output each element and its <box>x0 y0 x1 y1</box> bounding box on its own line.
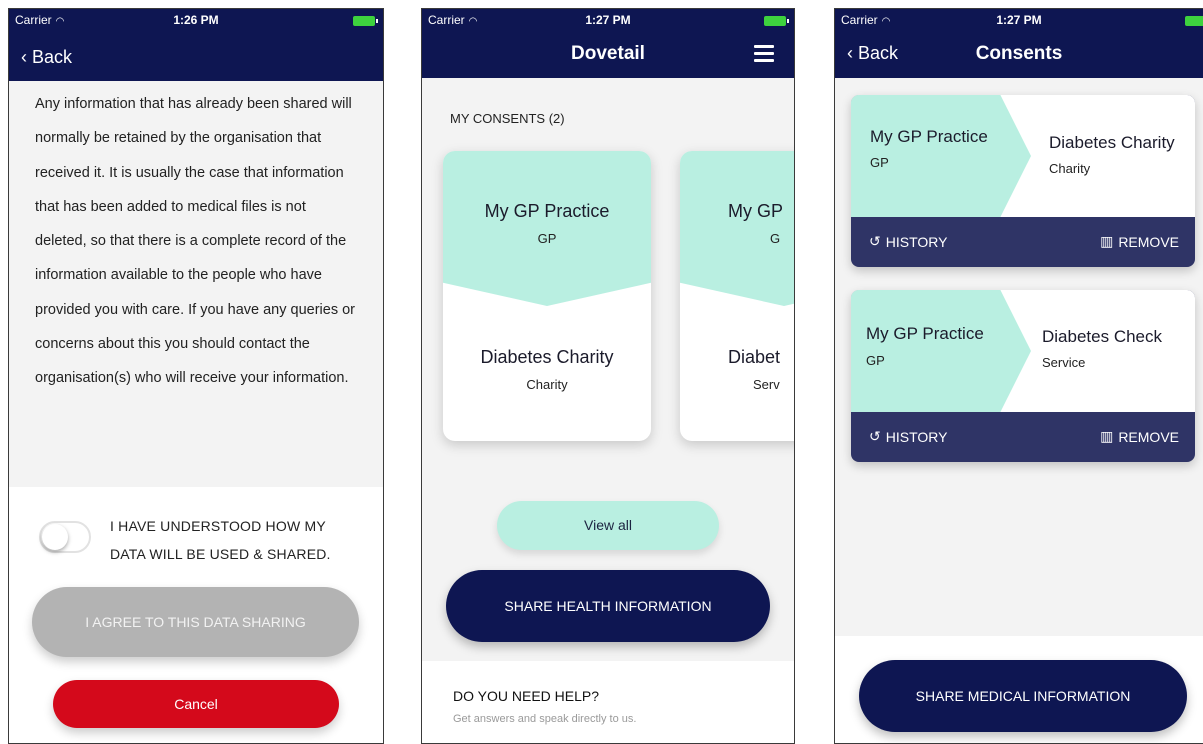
understand-label: I HAVE UNDERSTOOD HOW MY DATA WILL BE US… <box>110 518 331 562</box>
recipient-type: Serv <box>753 377 780 392</box>
view-all-button[interactable]: View all <box>497 501 719 550</box>
wifi-icon: ◠ <box>55 16 65 27</box>
recipient-type: Charity <box>526 377 568 392</box>
my-consents-heading: MY CONSENTS (2) <box>450 111 565 126</box>
recipient-name: Diabetes Charity <box>480 347 614 367</box>
wifi-icon: ◠ <box>468 16 478 27</box>
screen-consents: Carrier ◠ 1:27 PM ‹ Back Consents My GP P… <box>834 8 1203 744</box>
trash-icon: ▥ <box>1100 233 1114 249</box>
screen-dovetail-home: Carrier ◠ 1:27 PM Dovetail MY CONSENTS (2… <box>421 8 795 744</box>
screen-data-sharing-agreement: Carrier ◠ 1:26 PM ‹ Back Any information … <box>8 8 384 744</box>
data-retention-text: Any information that has already been sh… <box>35 96 355 387</box>
nav-bar: Carrier ◠ 1:26 PM ‹ Back <box>9 9 383 81</box>
consent-item: My GP Practice GP Diabetes Charity Chari… <box>851 95 1195 267</box>
history-label: HISTORY <box>885 233 948 250</box>
app-title: Dovetail <box>571 43 645 64</box>
battery-icon <box>1185 16 1203 26</box>
trash-icon: ▥ <box>1100 428 1114 444</box>
back-label: Back <box>32 47 73 67</box>
consent-card[interactable]: My GP Practice GP Diabetes Charity Chari… <box>443 151 651 441</box>
help-subtitle: Get answers and speak directly to us. <box>453 713 637 725</box>
source-org-type: G <box>770 231 781 246</box>
agree-button[interactable]: I AGREE TO THIS DATA SHARING <box>32 587 359 657</box>
back-button[interactable]: ‹ Back <box>21 47 72 68</box>
carrier-label: Carrier <box>15 13 52 27</box>
nav-bar: Carrier ◠ 1:27 PM Dovetail <box>422 9 794 78</box>
nav-bar: Carrier ◠ 1:27 PM ‹ Back Consents <box>835 9 1203 78</box>
source-org-type: GP <box>870 155 889 170</box>
status-bar: Carrier ◠ 1:27 PM <box>428 13 789 29</box>
consent-actions: ↺ HISTORY ▥ REMOVE <box>851 412 1195 462</box>
hamburger-menu-icon[interactable] <box>754 45 774 66</box>
status-bar: Carrier ◠ 1:26 PM <box>15 13 378 29</box>
source-banner <box>851 290 1031 412</box>
card-source-banner <box>443 151 651 306</box>
understand-toggle[interactable] <box>39 521 91 553</box>
chevron-left-icon: ‹ <box>21 47 27 67</box>
source-org-name: My GP Practice <box>484 201 610 221</box>
card-source-banner <box>680 151 794 306</box>
remove-button[interactable]: ▥ REMOVE <box>1100 428 1179 445</box>
history-button[interactable]: ↺ HISTORY <box>869 233 947 250</box>
share-health-information-button[interactable]: SHARE HEALTH INFORMATION <box>446 570 770 642</box>
page-title: Consents <box>975 43 1063 64</box>
clock: 1:27 PM <box>996 13 1042 27</box>
recipient-name: Diabet <box>728 347 781 367</box>
remove-label: REMOVE <box>1118 233 1179 250</box>
clock: 1:26 PM <box>173 13 219 27</box>
battery-icon <box>353 16 378 26</box>
agreement-section: I HAVE UNDERSTOOD HOW MY DATA WILL BE US… <box>9 487 383 743</box>
recipient-name: Diabetes Charity <box>1049 133 1175 152</box>
source-org-name: My GP <box>728 201 784 221</box>
help-section[interactable]: DO YOU NEED HELP? Get answers and speak … <box>422 661 794 743</box>
source-org-name: My GP Practice <box>866 324 984 343</box>
recipient-type: Charity <box>1049 161 1091 176</box>
carrier-label: Carrier <box>841 13 878 27</box>
consent-actions: ↺ HISTORY ▥ REMOVE <box>851 217 1195 267</box>
battery-icon <box>764 16 789 26</box>
source-org-type: GP <box>537 231 557 246</box>
consent-card[interactable]: My GP G Diabet Serv <box>680 151 794 441</box>
history-icon: ↺ <box>869 233 881 249</box>
wifi-icon: ◠ <box>881 16 891 27</box>
remove-label: REMOVE <box>1118 428 1179 445</box>
share-medical-information-button[interactable]: SHARE MEDICAL INFORMATION <box>859 660 1187 732</box>
cancel-button[interactable]: Cancel <box>53 680 339 728</box>
status-bar: Carrier ◠ 1:27 PM <box>841 13 1203 29</box>
history-label: HISTORY <box>885 428 948 445</box>
carrier-label: Carrier <box>428 13 465 27</box>
history-button[interactable]: ↺ HISTORY <box>869 428 947 445</box>
source-org-type: GP <box>866 353 885 368</box>
consent-item: My GP Practice GP Diabetes Check Service… <box>851 290 1195 462</box>
recipient-type: Service <box>1042 355 1086 370</box>
history-icon: ↺ <box>869 428 881 444</box>
help-title: DO YOU NEED HELP? <box>453 688 600 704</box>
recipient-name: Diabetes Check <box>1042 327 1163 346</box>
remove-button[interactable]: ▥ REMOVE <box>1100 233 1179 250</box>
source-org-name: My GP Practice <box>870 127 988 146</box>
clock: 1:27 PM <box>585 13 631 27</box>
